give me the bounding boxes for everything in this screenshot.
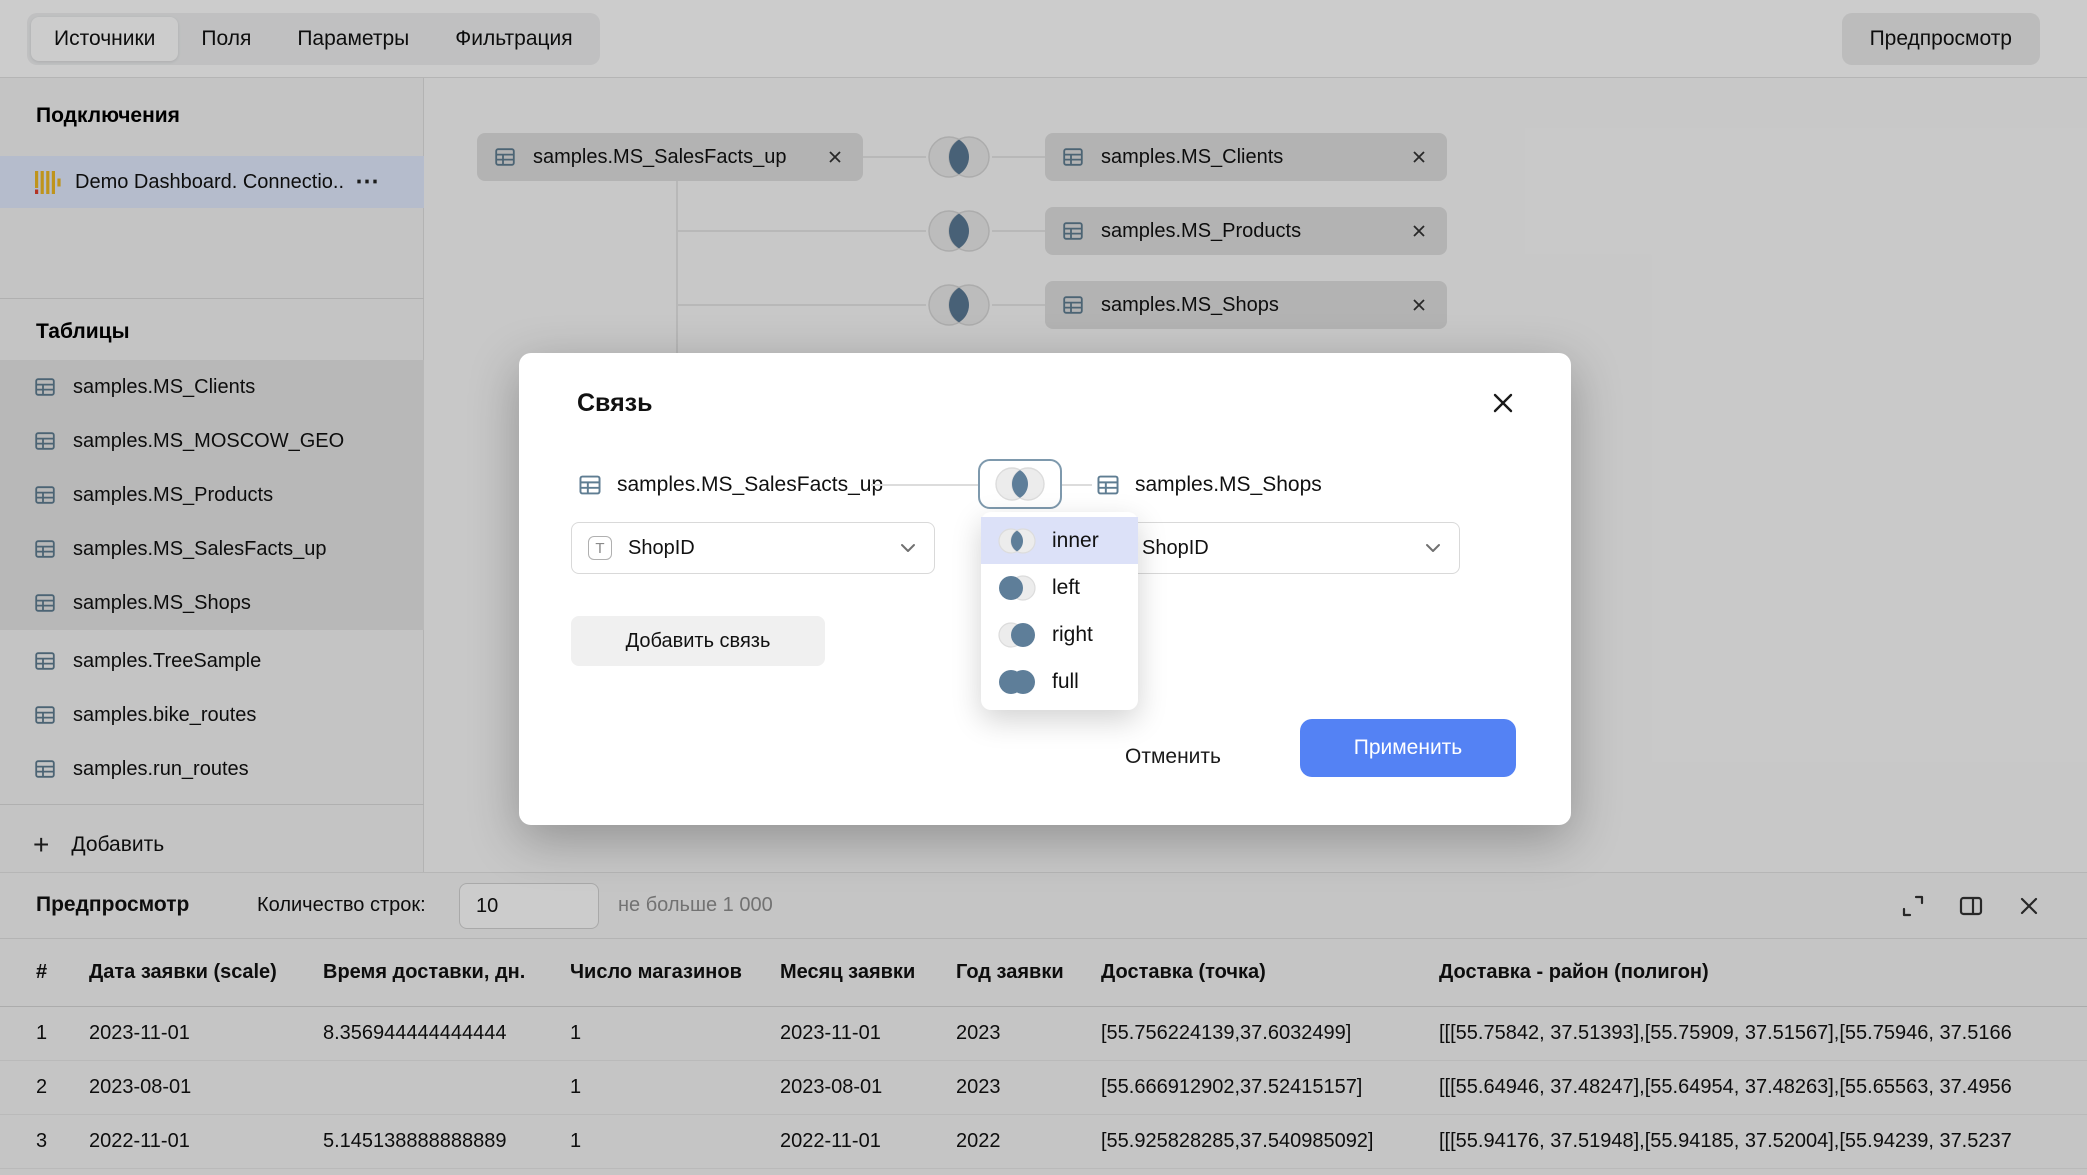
venn-inner-icon [997,527,1037,555]
close-modal-icon[interactable] [1489,389,1517,417]
chevron-down-icon [900,543,916,553]
join-option-label: full [1052,670,1079,694]
join-option-full[interactable]: full [981,658,1138,705]
left-table-name: samples.MS_SalesFacts_up [617,473,883,497]
right-field-value: ShopID [1142,537,1425,560]
join-type-selector[interactable] [978,459,1062,509]
connector-line [871,484,978,486]
table-icon [1095,472,1121,498]
join-option-label: right [1052,623,1093,647]
dataset-editor-app: Источники Поля Параметры Фильтрация Пред… [0,0,2087,1175]
connector-line [1062,484,1092,486]
apply-button[interactable]: Применить [1300,719,1516,777]
right-field-select[interactable]: T ShopID [1085,522,1460,574]
venn-inner-icon [993,466,1047,502]
right-table-name: samples.MS_Shops [1135,473,1322,497]
venn-left-icon [997,574,1037,602]
table-icon [577,472,603,498]
venn-full-icon [997,668,1037,696]
left-field-select[interactable]: T ShopID [571,522,935,574]
modal-left-table: samples.MS_SalesFacts_up [577,471,883,499]
join-type-dropdown: inner left right full [981,512,1138,710]
string-type-icon: T [588,536,612,560]
chevron-down-icon [1425,543,1441,553]
left-field-value: ShopID [628,537,900,560]
join-option-label: inner [1052,529,1099,553]
cancel-button[interactable]: Отменить [1107,733,1239,781]
modal-title: Связь [577,389,652,418]
add-link-button[interactable]: Добавить связь [571,616,825,666]
join-option-left[interactable]: left [981,564,1138,611]
join-option-label: left [1052,576,1080,600]
join-option-right[interactable]: right [981,611,1138,658]
venn-right-icon [997,621,1037,649]
join-option-inner[interactable]: inner [981,517,1138,564]
modal-right-table: samples.MS_Shops [1095,471,1322,499]
